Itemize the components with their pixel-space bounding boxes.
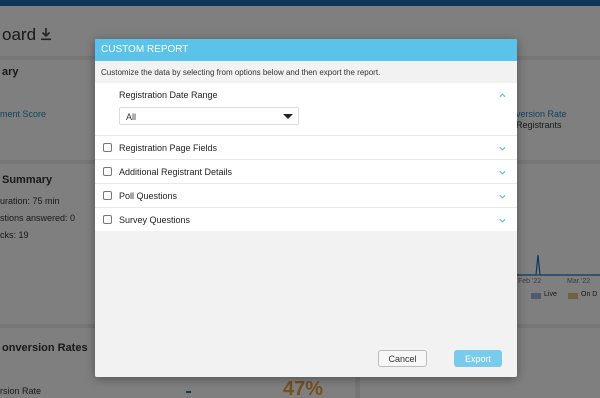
section-registration-page-fields[interactable]: Registration Page Fields bbox=[95, 135, 517, 159]
chevron-down-icon[interactable] bbox=[498, 192, 507, 201]
report-options: Registration Date Range All Registration… bbox=[95, 83, 517, 231]
additional-registrant-details-label: Additional Registrant Details bbox=[119, 167, 233, 177]
cancel-button[interactable]: Cancel bbox=[378, 350, 427, 367]
section-additional-registrant-details[interactable]: Additional Registrant Details bbox=[95, 159, 517, 183]
dropdown-arrow-icon bbox=[283, 114, 293, 119]
modal-description: Customize the data by selecting from opt… bbox=[101, 68, 381, 77]
registration-page-fields-label: Registration Page Fields bbox=[119, 143, 218, 153]
chevron-up-icon[interactable] bbox=[498, 91, 507, 100]
chevron-down-icon[interactable] bbox=[498, 216, 507, 225]
modal-title: CUSTOM REPORT bbox=[95, 39, 517, 61]
section-poll-questions[interactable]: Poll Questions bbox=[95, 183, 517, 207]
poll-questions-checkbox[interactable] bbox=[103, 191, 112, 200]
chevron-down-icon[interactable] bbox=[498, 168, 507, 177]
chevron-down-icon[interactable] bbox=[498, 144, 507, 153]
survey-questions-checkbox[interactable] bbox=[103, 215, 112, 224]
date-range-select[interactable]: All bbox=[119, 107, 299, 125]
registration-page-fields-checkbox[interactable] bbox=[103, 143, 112, 152]
additional-registrant-details-checkbox[interactable] bbox=[103, 167, 112, 176]
section-survey-questions[interactable]: Survey Questions bbox=[95, 207, 517, 231]
custom-report-modal: CUSTOM REPORT Customize the data by sele… bbox=[95, 39, 517, 377]
survey-questions-label: Survey Questions bbox=[119, 215, 191, 225]
date-range-label: Registration Date Range bbox=[119, 90, 218, 100]
date-range-value: All bbox=[126, 112, 137, 122]
date-range-section: Registration Date Range All bbox=[95, 83, 517, 135]
poll-questions-label: Poll Questions bbox=[119, 191, 178, 201]
export-button[interactable]: Export bbox=[454, 350, 502, 367]
